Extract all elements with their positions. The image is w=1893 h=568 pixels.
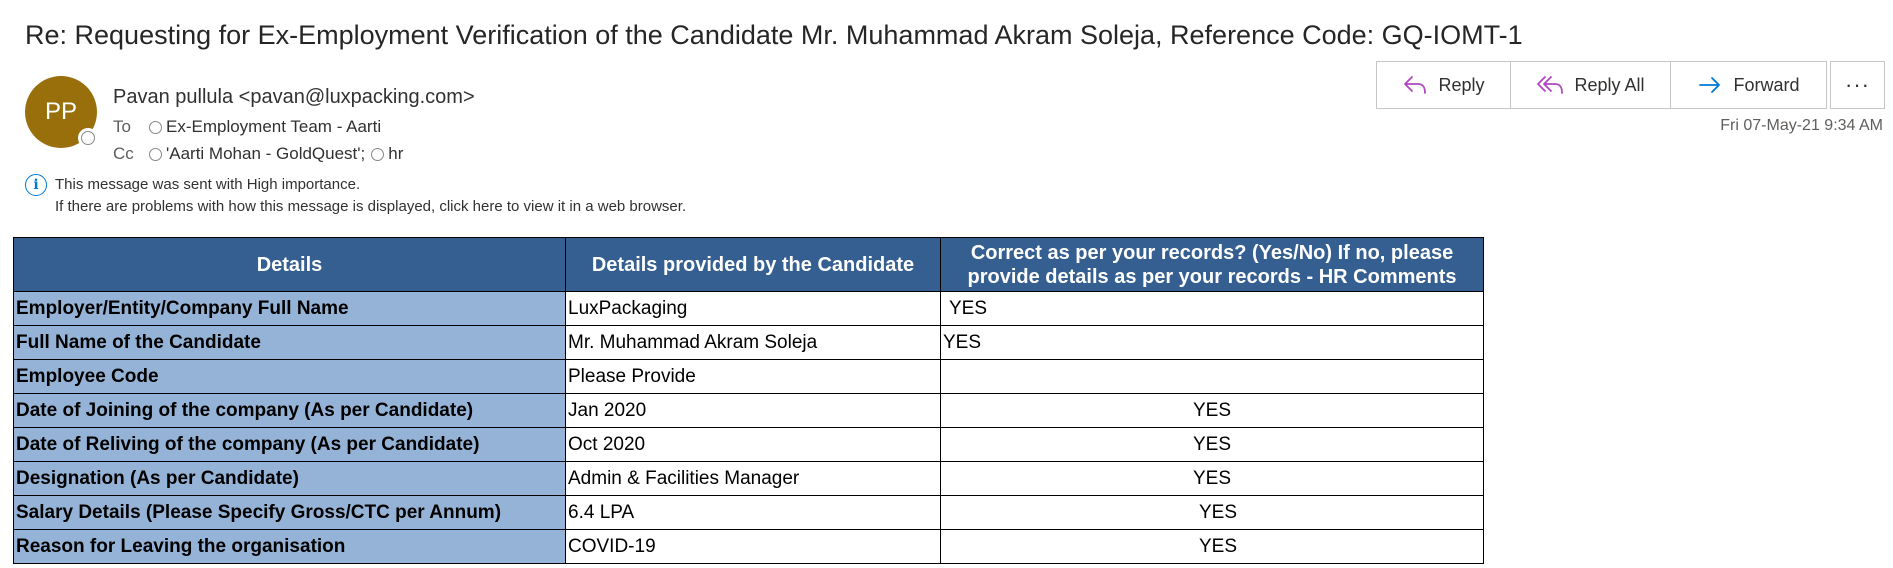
table-header-row: Details Details provided by the Candidat… (13, 237, 1484, 292)
candidate-value: Please Provide (565, 359, 941, 394)
recipient-name: hr (388, 144, 404, 163)
recipient-cc-0[interactable]: 'Aarti Mohan - GoldQuest'; (149, 144, 365, 164)
row-label: Reason for Leaving the organisation (13, 529, 566, 564)
row-label: Employer/Entity/Company Full Name (13, 291, 566, 326)
presence-dot-icon (371, 147, 385, 161)
hr-value: YES (940, 495, 1484, 530)
header-hr-comments: Correct as per your records? (Yes/No) If… (940, 237, 1484, 292)
row-label: Employee Code (13, 359, 566, 394)
table-row: Reason for Leaving the organisation COVI… (13, 529, 1484, 564)
row-label: Salary Details (Please Specify Gross/CTC… (13, 495, 566, 530)
importance-note: This message was sent with High importan… (55, 176, 361, 193)
hr-value: YES (940, 427, 1484, 462)
table-row: Employer/Entity/Company Full Name LuxPac… (13, 291, 1484, 326)
row-label: Designation (As per Candidate) (13, 461, 566, 496)
table-row: Date of Reliving of the company (As per … (13, 427, 1484, 462)
hr-value: YES (940, 291, 1484, 326)
cc-row: Cc 'Aarti Mohan - GoldQuest'; hr (113, 144, 409, 164)
candidate-value: Mr. Muhammad Akram Soleja (565, 325, 941, 360)
row-label: Date of Joining of the company (As per C… (13, 393, 566, 428)
header-details: Details (13, 237, 566, 292)
presence-status-icon (78, 128, 98, 148)
header-candidate: Details provided by the Candidate (565, 237, 941, 292)
forward-icon (1699, 77, 1721, 93)
presence-dot-icon (149, 147, 162, 161)
header-hr-line1: Correct as per your records? (Yes/No) If… (970, 241, 1454, 264)
hr-value: YES (940, 393, 1484, 428)
reply-button[interactable]: Reply (1377, 62, 1511, 108)
reply-icon (1404, 76, 1427, 94)
table-row: Employee Code Please Provide (13, 359, 1484, 394)
candidate-value: COVID-19 (565, 529, 941, 564)
presence-dot-icon (149, 120, 162, 134)
cc-label: Cc (113, 144, 134, 163)
reply-all-label: Reply All (1574, 74, 1645, 95)
avatar-initials: PP (44, 98, 77, 125)
reply-label: Reply (1438, 74, 1485, 95)
to-label: To (113, 117, 131, 136)
web-browser-link[interactable]: If there are problems with how this mess… (55, 198, 686, 215)
recipient-to-0[interactable]: Ex-Employment Team - Aarti (149, 117, 381, 137)
table-row: Full Name of the Candidate Mr. Muhammad … (13, 325, 1484, 360)
candidate-value: Oct 2020 (565, 427, 941, 462)
candidate-value: Admin & Facilities Manager (565, 461, 941, 496)
recipient-cc-1[interactable]: hr (371, 144, 403, 164)
header-hr-line2: provide details as per your records - HR… (967, 265, 1457, 288)
forward-label: Forward (1733, 74, 1800, 95)
candidate-value: Jan 2020 (565, 393, 941, 428)
hr-value: YES (940, 325, 1484, 360)
row-label: Full Name of the Candidate (13, 325, 566, 360)
verification-table: Details Details provided by the Candidat… (13, 237, 1484, 564)
candidate-value: 6.4 LPA (565, 495, 941, 530)
table-row: Date of Joining of the company (As per C… (13, 393, 1484, 428)
recipient-name: Ex-Employment Team - Aarti (166, 117, 382, 136)
sender-name[interactable]: Pavan pullula <pavan@luxpacking.com> (113, 86, 475, 109)
hr-value (940, 359, 1484, 394)
reply-all-icon (1537, 76, 1564, 94)
forward-button[interactable]: Forward (1671, 62, 1826, 108)
hr-value: YES (940, 461, 1484, 496)
candidate-value: LuxPackaging (565, 291, 941, 326)
hr-value: YES (940, 529, 1484, 564)
table-row: Salary Details (Please Specify Gross/CTC… (13, 495, 1484, 530)
received-date: Fri 07-May-21 9:34 AM (1720, 117, 1883, 134)
info-icon: i (25, 174, 47, 196)
to-row: To Ex-Employment Team - Aarti (113, 117, 387, 137)
more-icon: ··· (1845, 72, 1870, 97)
reply-all-button[interactable]: Reply All (1511, 62, 1671, 108)
email-subject: Re: Requesting for Ex-Employment Verific… (25, 20, 1523, 50)
table-row: Designation (As per Candidate) Admin & F… (13, 461, 1484, 496)
recipient-name: 'Aarti Mohan - GoldQuest'; (166, 144, 366, 163)
row-label: Date of Reliving of the company (As per … (13, 427, 566, 462)
more-actions-button[interactable]: ··· (1830, 61, 1885, 109)
reply-actions: Reply Reply All Forward (1376, 61, 1827, 109)
